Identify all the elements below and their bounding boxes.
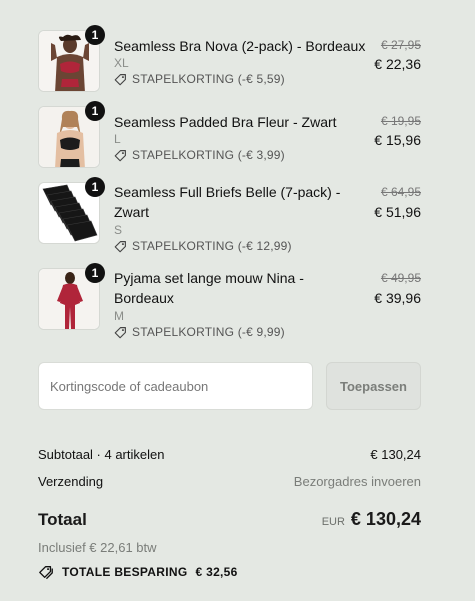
product-variant: M (114, 309, 124, 323)
tag-icon (114, 240, 126, 252)
quantity-badge: 1 (85, 25, 105, 45)
product-image: 1 (38, 101, 105, 168)
discounted-price: € 15,96 (374, 132, 421, 148)
product-image: 1 (38, 263, 105, 330)
product-name: Pyjama set lange mouw Nina - Bordeaux (114, 270, 304, 306)
quantity-badge: 1 (85, 177, 105, 197)
tags-icon (39, 566, 53, 580)
savings-label: TOTALE BESPARING (62, 565, 188, 579)
discounted-price: € 22,36 (374, 56, 421, 72)
total-amount: EUR € 130,24 (322, 509, 421, 530)
discount-label: STAPELKORTING (-€ 12,99) (132, 239, 292, 253)
total-currency: EUR (321, 516, 345, 528)
product-variant: S (114, 223, 123, 237)
subtotal-value: € 130,24 (370, 447, 421, 462)
discounted-price: € 39,96 (374, 290, 421, 306)
product-variant: XL (114, 56, 129, 70)
product-image: 1 (38, 177, 105, 244)
shipping-label: Verzending (38, 474, 104, 489)
total-label: Totaal (38, 510, 87, 529)
shipping-value: Bezorgadres invoeren (293, 474, 421, 489)
discount-label: STAPELKORTING (-€ 5,59) (132, 72, 285, 86)
original-price: € 49,95 (380, 271, 421, 285)
tag-icon (114, 149, 126, 161)
product-image: 1 (38, 25, 105, 92)
tag-icon (114, 326, 126, 338)
quantity-badge: 1 (85, 101, 105, 121)
savings-value: € 32,56 (195, 565, 238, 579)
apply-discount-button[interactable]: Toepassen (326, 362, 421, 410)
original-price: € 27,95 (380, 38, 421, 52)
discount-tag: STAPELKORTING (-€ 5,59) (114, 72, 285, 86)
product-name: Seamless Full Briefs Belle (7-pack) - Zw… (114, 184, 341, 220)
original-price: € 64,95 (380, 185, 421, 199)
tag-icon (114, 73, 126, 85)
original-price: € 19,95 (380, 114, 421, 128)
discount-tag: STAPELKORTING (-€ 9,99) (114, 325, 285, 339)
discount-tag: STAPELKORTING (-€ 12,99) (114, 239, 292, 253)
product-variant: L (114, 132, 121, 146)
discount-label: STAPELKORTING (-€ 3,99) (132, 148, 285, 162)
total-savings: TOTALE BESPARING € 32,56 (38, 564, 238, 580)
subtotal-label: Subtotaal · 4 artikelen (38, 447, 165, 462)
tax-note: Inclusief € 22,61 btw (38, 540, 157, 555)
product-name: Seamless Padded Bra Fleur - Zwart (114, 114, 337, 130)
discount-label: STAPELKORTING (-€ 9,99) (132, 325, 285, 339)
discount-code-input[interactable] (38, 362, 313, 410)
product-name: Seamless Bra Nova (2-pack) - Bordeaux (114, 38, 366, 54)
discounted-price: € 51,96 (374, 204, 421, 220)
discount-tag: STAPELKORTING (-€ 3,99) (114, 148, 285, 162)
quantity-badge: 1 (85, 263, 105, 283)
total-value: € 130,24 (350, 509, 421, 529)
